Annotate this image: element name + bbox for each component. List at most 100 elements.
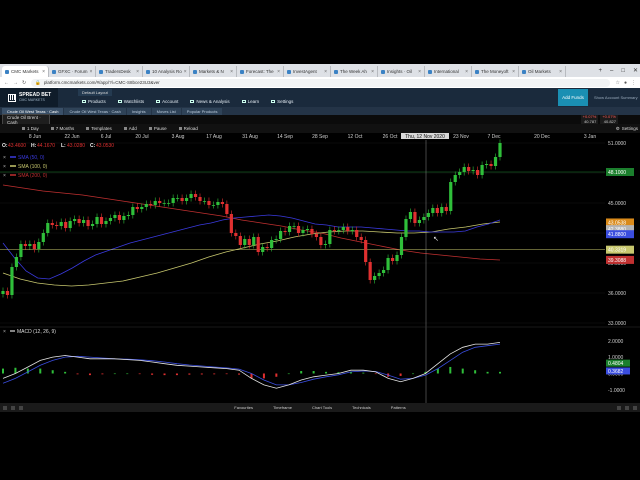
url-field[interactable]: 🔒 platform.cmcmarkets.com/#/app/?l=CMC-S… — [31, 78, 611, 87]
candle-body — [404, 219, 408, 237]
nav-item[interactable]: Account — [152, 97, 182, 106]
browser-tab[interactable]: The Moneyoft × — [472, 66, 519, 77]
toolbar-item[interactable]: 7 Months — [50, 126, 74, 131]
sell-price-box[interactable]: +0.07% 40.787 — [580, 114, 599, 124]
candle-body — [301, 230, 305, 233]
browser-tab[interactable]: The Week Ah × — [331, 66, 378, 77]
close-window-icon[interactable]: ✕ — [633, 67, 638, 74]
nav-icon — [271, 100, 276, 103]
close-tab-icon[interactable]: × — [277, 69, 280, 75]
chart-settings-button[interactable]: ⚙ Settings — [616, 124, 638, 133]
tool-icon[interactable] — [3, 405, 7, 410]
candle-body — [149, 204, 153, 205]
nav-item[interactable]: Products — [78, 97, 110, 106]
forward-icon[interactable]: → — [13, 80, 18, 86]
tool-icon[interactable] — [633, 405, 637, 410]
close-tab-icon[interactable]: × — [418, 69, 421, 75]
indicator-label: SMA (100, 0) — [18, 164, 48, 170]
tool-icon[interactable] — [625, 405, 629, 410]
nav-item[interactable]: Learn — [238, 97, 264, 106]
toolbar-item[interactable]: Reload — [178, 126, 198, 131]
close-tab-icon[interactable]: × — [230, 69, 233, 75]
price-chart[interactable]: 51.000048.000045.000042.000039.000036.00… — [0, 133, 640, 403]
candle-body — [247, 239, 251, 245]
browser-tab[interactable]: Oil Markets × — [519, 66, 566, 77]
new-tab-button[interactable]: + — [598, 68, 602, 74]
add-funds-button[interactable]: Add Funds — [558, 89, 588, 106]
candle-body — [14, 257, 19, 267]
close-tab-icon[interactable]: × — [42, 69, 45, 75]
x-tick-label: 3 Jan — [584, 134, 596, 140]
macd-y-tick-label: -1.0000 — [608, 388, 625, 394]
product-tab[interactable]: Popular Products — [181, 107, 223, 115]
browser-tab[interactable]: Markets & N × — [190, 66, 237, 77]
macd-histogram-bar — [300, 371, 303, 374]
profile-icon[interactable]: ● — [624, 80, 627, 86]
close-tab-icon[interactable]: × — [90, 69, 93, 75]
product-tab[interactable]: Moves List — [151, 107, 181, 115]
browser-tab[interactable]: International × — [425, 66, 472, 77]
browser-tab[interactable]: Insights · Oil × — [378, 66, 425, 77]
browser-tab[interactable]: TradersDesk × — [96, 66, 143, 77]
back-icon[interactable]: ← — [4, 80, 9, 86]
macd-histogram-bar — [101, 373, 104, 375]
maximize-icon[interactable]: □ — [621, 68, 625, 74]
browser-tab-label: Forecast: The — [246, 69, 274, 74]
browser-tab[interactable]: InvestAgent × — [284, 66, 331, 77]
candle-body — [476, 170, 480, 175]
price-marker-label: 39.3088 — [608, 258, 626, 264]
minimize-icon[interactable]: – — [610, 68, 613, 74]
toolbar-item[interactable]: Templates — [86, 126, 112, 131]
close-tab-icon[interactable]: × — [371, 69, 374, 75]
layout-select[interactable]: Default Layout — [78, 88, 112, 96]
candle-body — [493, 157, 498, 166]
toolbar-item[interactable]: 1 Day — [22, 126, 39, 131]
tab-favicon-icon — [475, 69, 479, 74]
close-tab-icon[interactable]: × — [136, 69, 139, 75]
close-tab-icon[interactable]: × — [184, 69, 187, 75]
close-tab-icon[interactable]: × — [559, 69, 562, 75]
bottom-tab[interactable]: Technicals — [352, 405, 371, 410]
bottom-tab[interactable]: Patterns — [391, 405, 406, 410]
tool-icon[interactable] — [19, 405, 23, 410]
candle-body — [341, 227, 345, 230]
candle-body — [216, 202, 220, 205]
browser-tab[interactable]: GFXC · Forum × — [49, 66, 96, 77]
bottom-tab[interactable]: Chart Tools — [312, 405, 332, 410]
account-summary-link[interactable]: Show Account Summary — [590, 88, 640, 107]
bottom-tab[interactable]: Favourites — [234, 405, 253, 410]
close-tab-icon[interactable]: × — [465, 69, 468, 75]
candle-body — [104, 221, 108, 224]
macd-histogram-bar — [499, 371, 501, 374]
product-tab[interactable]: Crude Oil West Texas · Cash — [64, 107, 126, 115]
product-tab[interactable]: Insights — [126, 107, 151, 115]
browser-tab[interactable]: CMC Markets × — [2, 66, 49, 77]
close-tab-icon[interactable]: × — [324, 69, 327, 75]
macd-histogram-bar — [113, 373, 116, 375]
chart-bottom-bar: Favourites Timeframe Chart Tools Technicals… — [0, 403, 640, 412]
macd-histogram-bar — [449, 366, 452, 374]
browser-tab[interactable]: 10 Analysis Ro × — [143, 66, 190, 77]
nav-item[interactable]: Settings — [267, 97, 297, 106]
candle-body — [225, 204, 229, 214]
remove-macd-icon: × — [3, 329, 6, 335]
browser-tab[interactable]: Forecast: The × — [237, 66, 284, 77]
bottom-tab[interactable]: Timeframe — [273, 405, 292, 410]
reload-icon[interactable]: ↻ — [22, 80, 26, 86]
toolbar-item[interactable]: Pause — [148, 126, 167, 131]
buy-price-box[interactable]: +0.07% 40.827 — [600, 114, 618, 124]
nav-item[interactable]: Watchlists — [114, 97, 148, 106]
tool-icon[interactable] — [11, 405, 15, 410]
candle-body — [381, 270, 386, 273]
candle-body — [261, 247, 265, 252]
close-tab-icon[interactable]: × — [512, 69, 515, 75]
macd-histogram-bar — [238, 373, 241, 375]
ohlc-key: L: — [61, 143, 66, 149]
tool-icon[interactable] — [617, 405, 621, 410]
menu-icon[interactable]: ⋮ — [631, 80, 636, 86]
star-icon[interactable]: ☆ — [615, 80, 619, 86]
nav-item[interactable]: News & Analysis — [186, 97, 233, 106]
toolbar-item[interactable]: Add — [123, 126, 137, 131]
candle-body — [323, 244, 327, 245]
x-tick-label: 7 Dec — [487, 134, 501, 140]
